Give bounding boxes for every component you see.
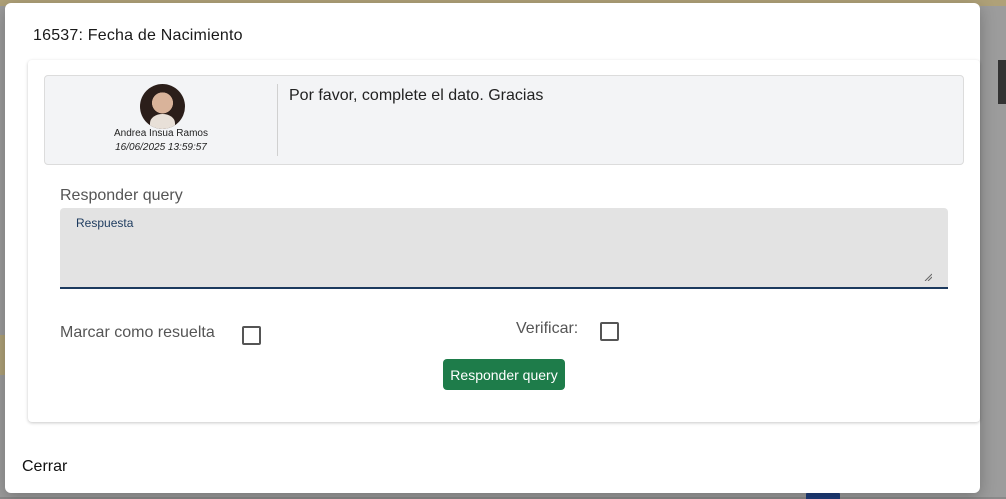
reply-field-label: Respuesta (76, 216, 134, 230)
verify-label: Verificar: (516, 320, 579, 337)
close-button[interactable]: Cerrar (22, 458, 67, 476)
mark-resolved-checkbox[interactable] (242, 326, 261, 345)
dialog-title: 16537: Fecha de Nacimiento (33, 27, 243, 44)
reply-section-label: Responder query (60, 187, 183, 204)
verify-checkbox[interactable] (600, 322, 619, 341)
query-card: Andrea Insua Ramos 16/06/2025 13:59:57 P… (28, 60, 980, 422)
author-name: Andrea Insua Ramos (114, 128, 208, 139)
query-message: Andrea Insua Ramos 16/06/2025 13:59:57 P… (44, 75, 964, 165)
avatar (140, 84, 185, 129)
message-timestamp: 16/06/2025 13:59:57 (115, 142, 207, 153)
mark-resolved-label: Marcar como resuelta (60, 324, 215, 341)
divider (277, 84, 278, 156)
backdrop-edge (998, 60, 1006, 104)
reply-textarea[interactable] (76, 234, 930, 282)
reply-field[interactable]: Respuesta (60, 208, 948, 289)
query-dialog: 16537: Fecha de Nacimiento Andrea Insua … (5, 3, 980, 493)
message-author: Andrea Insua Ramos 16/06/2025 13:59:57 (45, 76, 277, 164)
message-text: Por favor, complete el dato. Gracias (289, 87, 544, 104)
resize-grip-icon[interactable] (924, 273, 932, 281)
submit-reply-button[interactable]: Responder query (443, 359, 565, 390)
